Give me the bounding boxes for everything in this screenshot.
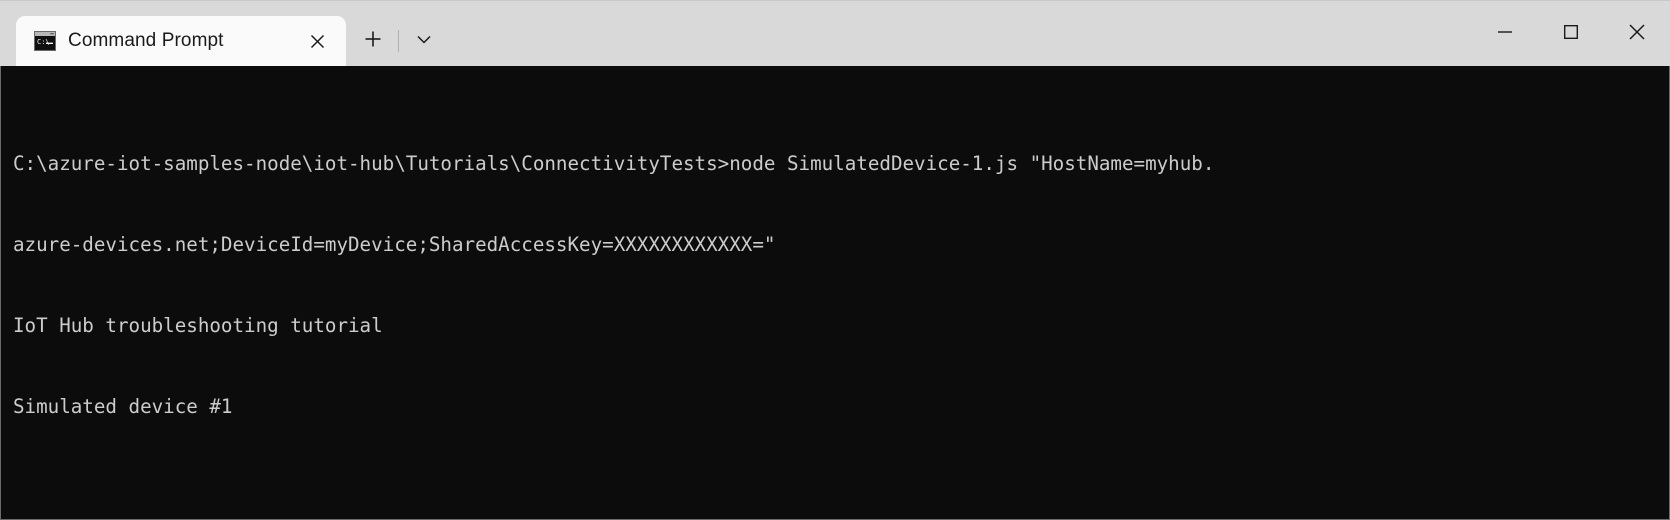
command-prompt-window: C:\ Command Prompt C:\azure-iot-samples-… xyxy=(0,0,1670,520)
console-icon: C:\ xyxy=(34,30,56,52)
terminal-line: azure-devices.net;DeviceId=myDevice;Shar… xyxy=(13,233,776,256)
chevron-down-icon xyxy=(414,29,434,54)
titlebar[interactable]: C:\ Command Prompt xyxy=(0,0,1670,66)
close-icon xyxy=(1628,23,1646,46)
tab-command-prompt[interactable]: C:\ Command Prompt xyxy=(16,16,346,66)
maximize-button[interactable] xyxy=(1538,2,1604,66)
new-tab-button[interactable] xyxy=(352,20,394,62)
tab-actions-divider xyxy=(398,30,399,52)
tab-close-icon[interactable] xyxy=(302,26,332,56)
tab-strip: C:\ Command Prompt xyxy=(0,1,445,66)
tab-title: Command Prompt xyxy=(68,30,224,51)
terminal-line: Simulated device #1 xyxy=(13,395,233,418)
tab-dropdown-button[interactable] xyxy=(403,20,445,62)
tab-actions xyxy=(346,16,445,66)
terminal-output-area[interactable]: C:\azure-iot-samples-node\iot-hub\Tutori… xyxy=(0,66,1670,520)
svg-text:C:\: C:\ xyxy=(37,38,50,46)
terminal-text: C:\azure-iot-samples-node\iot-hub\Tutori… xyxy=(1,66,1669,519)
terminal-line: IoT Hub troubleshooting tutorial xyxy=(13,314,383,337)
close-button[interactable] xyxy=(1604,2,1670,66)
window-controls xyxy=(1472,1,1670,67)
terminal-line: C:\azure-iot-samples-node\iot-hub\Tutori… xyxy=(13,152,1215,175)
maximize-icon xyxy=(1563,24,1579,45)
minimize-icon xyxy=(1497,24,1513,45)
minimize-button[interactable] xyxy=(1472,2,1538,66)
plus-icon xyxy=(362,28,384,55)
